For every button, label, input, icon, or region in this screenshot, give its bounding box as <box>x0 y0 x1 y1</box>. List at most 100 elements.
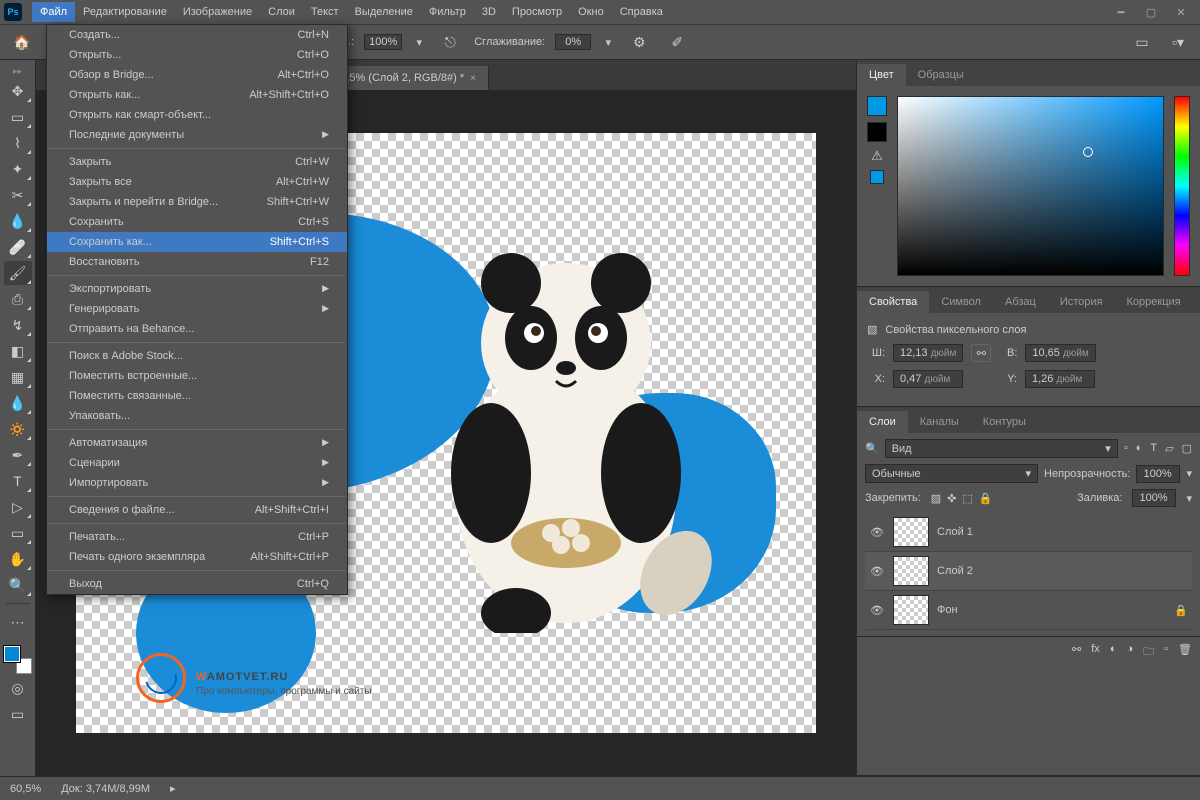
airbrush-icon[interactable]: ⎋ <box>436 30 464 54</box>
menu-item[interactable]: Экспортировать▶ <box>47 279 347 299</box>
close-button[interactable]: ✕ <box>1174 5 1188 19</box>
menu-item[interactable]: Создать...Ctrl+N <box>47 25 347 45</box>
visibility-icon[interactable]: 👁 <box>869 565 885 578</box>
menu-выделение[interactable]: Выделение <box>347 2 421 22</box>
mask-icon[interactable]: ◐ <box>1110 643 1117 662</box>
menu-окно[interactable]: Окно <box>570 2 612 22</box>
magic-wand-tool[interactable]: ✦ <box>4 157 32 181</box>
menu-изображение[interactable]: Изображение <box>175 2 260 22</box>
panel-tab[interactable]: История <box>1048 291 1115 313</box>
menu-item[interactable]: Печать одного экземпляраAlt+Shift+Ctrl+P <box>47 547 347 567</box>
layer-filter-select[interactable]: Вид▾ <box>885 439 1118 458</box>
width-input[interactable]: 12,13 дюйм <box>893 344 963 362</box>
adjustment-icon[interactable]: ◑ <box>1126 643 1133 662</box>
menu-текст[interactable]: Текст <box>303 2 347 22</box>
crop-tool[interactable]: ✂ <box>4 183 32 207</box>
color-field[interactable] <box>897 96 1164 276</box>
menu-item[interactable]: Печатать...Ctrl+P <box>47 527 347 547</box>
gradient-tool[interactable]: ▦ <box>4 365 32 389</box>
menu-item[interactable]: Сохранить как...Shift+Ctrl+S <box>47 232 347 252</box>
y-input[interactable]: 1,26 дюйм <box>1025 370 1095 388</box>
picker-cursor[interactable] <box>1083 147 1093 157</box>
menu-item[interactable]: Открыть...Ctrl+O <box>47 45 347 65</box>
layer-row[interactable]: 👁Фон🔒 <box>865 591 1192 630</box>
visibility-icon[interactable]: 👁 <box>869 526 885 539</box>
menu-item[interactable]: Открыть как смарт-объект... <box>47 105 347 125</box>
filter-adjust-icon[interactable]: ◐ <box>1136 442 1143 455</box>
minimize-button[interactable]: ━ <box>1114 5 1128 19</box>
menu-редактирование[interactable]: Редактирование <box>75 2 175 22</box>
fill-input[interactable]: 100% <box>1132 489 1176 507</box>
brush-tool[interactable]: 🖌 <box>4 261 32 285</box>
menu-item[interactable]: ЗакрытьCtrl+W <box>47 152 347 172</box>
lock-all-icon[interactable]: 🔒 <box>979 492 993 505</box>
menu-item[interactable]: Поместить связанные... <box>47 386 347 406</box>
filter-type-icon[interactable]: T <box>1150 442 1157 455</box>
menu-item[interactable]: Сведения о файле...Alt+Shift+Ctrl+I <box>47 500 347 520</box>
layer-name[interactable]: Слой 2 <box>937 565 973 577</box>
trash-icon[interactable]: 🗑 <box>1178 643 1192 662</box>
quickmask-icon[interactable]: ◎ <box>4 676 32 700</box>
menu-слои[interactable]: Слои <box>260 2 303 22</box>
layer-thumb[interactable] <box>893 556 929 586</box>
new-layer-icon[interactable]: ▫ <box>1164 643 1168 662</box>
fx-icon[interactable]: fx <box>1091 643 1100 662</box>
lock-position-icon[interactable]: ✜ <box>947 492 956 505</box>
menu-item[interactable]: Поместить встроенные... <box>47 366 347 386</box>
menu-item[interactable]: Генерировать▶ <box>47 299 347 319</box>
filter-shape-icon[interactable]: ▱ <box>1165 442 1173 455</box>
search-icon[interactable]: 🔍 <box>865 442 879 455</box>
menu-item[interactable]: Поиск в Adobe Stock... <box>47 346 347 366</box>
link-icon[interactable]: ⚯ <box>971 344 991 362</box>
layer-row[interactable]: 👁 Слой 2 <box>865 552 1192 591</box>
menu-item[interactable]: Последние документы▶ <box>47 125 347 145</box>
workspace-icon[interactable]: ▫▾ <box>1164 30 1192 54</box>
menu-просмотр[interactable]: Просмотр <box>504 2 570 22</box>
visibility-icon[interactable]: 👁 <box>869 604 885 617</box>
panel-tab[interactable]: Каналы <box>908 411 971 433</box>
shape-tool[interactable]: ▭ <box>4 521 32 545</box>
extras-icon[interactable]: ▭ <box>1128 30 1156 54</box>
panel-tab[interactable]: Коррекция <box>1115 291 1193 313</box>
foreground-color[interactable] <box>4 646 20 662</box>
panel-tab[interactable]: Абзац <box>993 291 1048 313</box>
gear-icon[interactable]: ⚙ <box>625 30 653 54</box>
menu-фильтр[interactable]: Фильтр <box>421 2 474 22</box>
color-swatches[interactable] <box>4 646 32 674</box>
pressure-size-icon[interactable]: ✐ <box>663 30 691 54</box>
path-select-tool[interactable]: ▷ <box>4 495 32 519</box>
close-tab-icon[interactable]: × <box>470 73 476 84</box>
blur-tool[interactable]: 💧 <box>4 391 32 415</box>
warn-swatch[interactable] <box>870 170 884 184</box>
menu-item[interactable]: Отправить на Behance... <box>47 319 347 339</box>
lock-pixels-icon[interactable]: ▨ <box>931 492 941 505</box>
maximize-button[interactable]: ▢ <box>1144 5 1158 19</box>
bg-swatch[interactable] <box>867 122 887 142</box>
smoothing-input[interactable]: 0% <box>555 34 591 50</box>
zoom-level[interactable]: 60,5% <box>10 783 41 795</box>
panel-tab[interactable]: Слои <box>857 411 908 433</box>
x-input[interactable]: 0,47 дюйм <box>893 370 963 388</box>
chevron-down-icon[interactable]: ▾ <box>601 35 615 49</box>
menu-item[interactable]: Закрыть и перейти в Bridge...Shift+Ctrl+… <box>47 192 347 212</box>
menu-item[interactable]: Закрыть всеAlt+Ctrl+W <box>47 172 347 192</box>
eraser-tool[interactable]: ◧ <box>4 339 32 363</box>
chevron-right-icon[interactable]: ▸ <box>170 782 176 795</box>
flow-input[interactable]: 100% <box>364 34 402 50</box>
menu-item[interactable]: Сценарии▶ <box>47 453 347 473</box>
menu-item[interactable]: Обзор в Bridge...Alt+Ctrl+O <box>47 65 347 85</box>
chevron-down-icon[interactable]: ▾ <box>412 35 426 49</box>
stamp-tool[interactable]: ⎙ <box>4 287 32 311</box>
healing-tool[interactable]: 🩹 <box>4 235 32 259</box>
home-icon[interactable]: 🏠 <box>8 30 36 54</box>
filter-smart-icon[interactable]: ▢ <box>1182 442 1192 455</box>
zoom-tool[interactable]: 🔍 <box>4 573 32 597</box>
layer-name[interactable]: Фон <box>937 604 958 616</box>
panel-tab[interactable]: Свойства <box>857 291 929 313</box>
menu-item[interactable]: Импортировать▶ <box>47 473 347 493</box>
hue-slider[interactable] <box>1174 96 1190 276</box>
group-icon[interactable]: 🗀 <box>1143 643 1154 662</box>
panel-tab[interactable]: Контуры <box>971 411 1038 433</box>
history-brush-tool[interactable]: ↯ <box>4 313 32 337</box>
lock-artboard-icon[interactable]: ⬚ <box>962 492 972 505</box>
